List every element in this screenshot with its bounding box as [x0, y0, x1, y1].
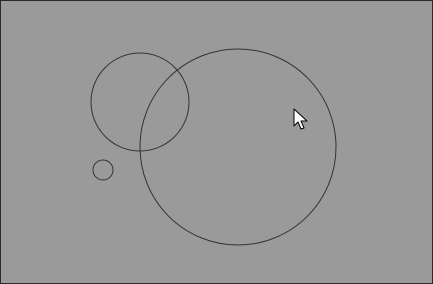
drawing-canvas[interactable]: [0, 0, 433, 284]
canvas-background: [1, 1, 432, 283]
canvas-svg[interactable]: [1, 1, 432, 283]
